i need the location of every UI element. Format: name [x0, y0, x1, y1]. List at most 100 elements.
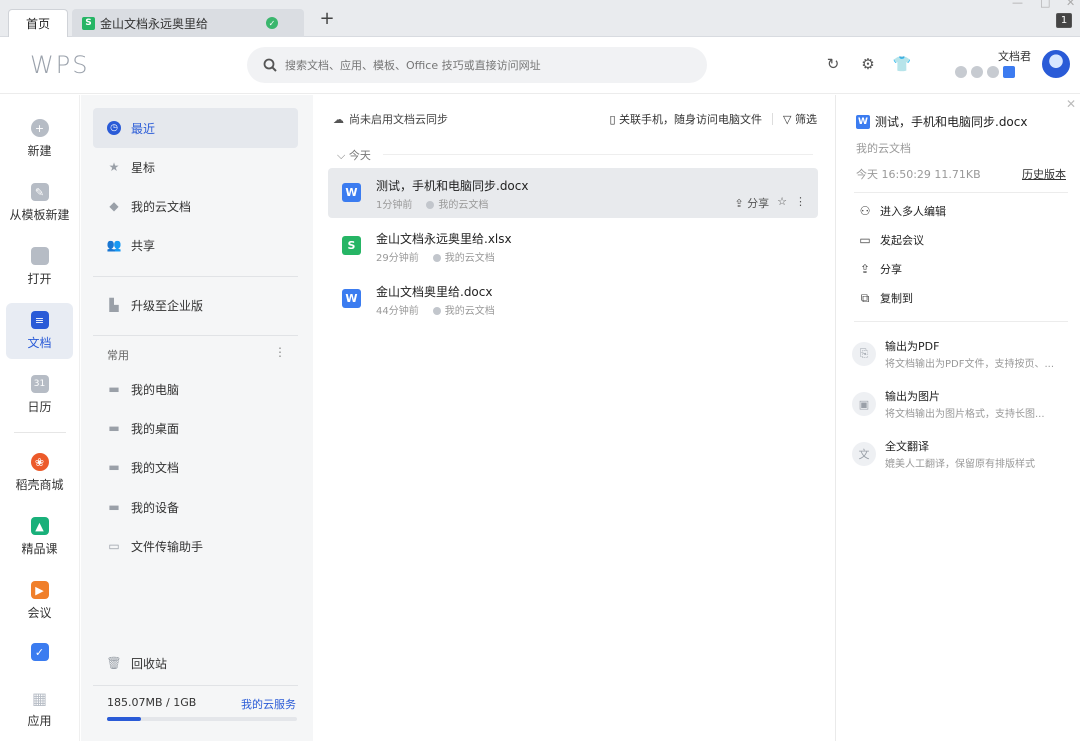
tab-count-badge[interactable]: 1: [1056, 13, 1072, 28]
sidebar-item-my-documents[interactable]: ▬ 我的文档: [93, 447, 298, 487]
nav-todo[interactable]: ✓: [6, 635, 73, 675]
sidebar-item-my-devices[interactable]: ▬ 我的设备: [93, 487, 298, 527]
sidebar-item-label: 升级至企业版: [131, 298, 204, 313]
phone-icon: ▯: [609, 113, 620, 126]
sidebar-item-label: 共享: [131, 238, 156, 253]
detail-filename: 测试，手机和电脑同步.docx: [875, 115, 1028, 129]
tab-document-label: 金山文档永远奥里给: [100, 16, 209, 31]
nav-new-from-template[interactable]: ✎ 从模板新建: [6, 175, 73, 231]
sidebar-item-file-transfer[interactable]: ▭ 文件传输助手: [93, 526, 298, 566]
pdf-icon: ⎘: [852, 342, 876, 366]
trash-icon: 🗑: [106, 656, 122, 670]
tab-document[interactable]: S 金山文档永远奥里给 ✓: [72, 9, 304, 37]
copy-icon: ⧉: [860, 290, 870, 305]
link-phone-button[interactable]: ▯ 关联手机，随身访问电脑文件: [609, 111, 762, 127]
file-row[interactable]: W 金山文档奥里给.docx 44分钟前 我的云文档: [328, 274, 818, 324]
feature-desc: 将文档输出为PDF文件，支持按页、...: [885, 359, 1055, 370]
spreadsheet-icon: S: [342, 236, 361, 255]
maximize-icon[interactable]: □: [1040, 0, 1050, 9]
search-icon: [263, 58, 277, 72]
sidebar-item-my-desktop[interactable]: ▬ 我的桌面: [93, 408, 298, 448]
cloud-doc-icon: [432, 307, 441, 315]
nav-open[interactable]: 打开: [6, 239, 73, 295]
nav-calendar[interactable]: 31 日历: [6, 367, 73, 423]
cloud-sync-notice[interactable]: ☁ 尚未启用文档云同步: [333, 111, 448, 127]
file-name: 测试，手机和电脑同步.docx: [376, 179, 529, 193]
file-location: 我的云文档: [444, 306, 495, 317]
filter-button[interactable]: ▽ 筛选: [783, 111, 817, 127]
calendar-icon: 31: [30, 375, 49, 393]
nav-divider: [14, 432, 66, 433]
folder-icon: [30, 247, 49, 265]
badge-icon: [987, 66, 999, 78]
star-icon[interactable]: ☆: [777, 195, 787, 211]
sidebar-item-my-computer[interactable]: ▬ 我的电脑: [93, 369, 298, 409]
file-detail-panel: ✕ W 测试，手机和电脑同步.docx 我的云文档 今天 16:50:29 11…: [835, 95, 1080, 741]
synced-check-icon: ✓: [266, 17, 278, 29]
detail-location: 我的云文档: [856, 142, 911, 155]
username[interactable]: 文档君: [998, 48, 1031, 64]
gear-icon[interactable]: ⚙: [858, 55, 878, 75]
filter-icon: ▽: [783, 113, 795, 126]
copy-to-button[interactable]: ⧉ 复制到: [858, 290, 913, 306]
file-row[interactable]: S 金山文档永远奥里给.xlsx 29分钟前 我的云文档: [328, 221, 818, 271]
section-today[interactable]: ⌵ 今天: [337, 147, 371, 163]
file-name: 金山文档奥里给.docx: [376, 285, 493, 299]
share-action-button[interactable]: ⇪ 分享: [858, 261, 902, 277]
file-meta: 1分钟前 我的云文档: [376, 196, 488, 211]
sidebar-divider: [93, 335, 298, 336]
word-doc-icon: W: [342, 289, 361, 308]
sidebar-item-upgrade-enterprise[interactable]: ▙ 升级至企业版: [93, 285, 298, 325]
sidebar-item-label: 星标: [131, 160, 156, 175]
nav-new[interactable]: + 新建: [6, 111, 73, 167]
feature-desc: 将文档输出为图片格式，支持长图...: [885, 409, 1045, 420]
member-badges[interactable]: [955, 66, 1015, 78]
file-list-panel: ☁ 尚未启用文档云同步 ▯ 关联手机，随身访问电脑文件 ▽ 筛选 ⌵ 今天 W …: [313, 95, 835, 741]
sidebar-item-label: 最近: [131, 121, 156, 136]
share-icon: ⇪: [859, 262, 871, 276]
export-pdf-item[interactable]: ⎘ 输出为PDF 将文档输出为PDF文件，支持按页、...: [852, 338, 1077, 378]
new-tab-button[interactable]: +: [318, 10, 336, 30]
sidebar-divider: [93, 276, 298, 277]
history-versions-link[interactable]: 历史版本: [1022, 166, 1066, 182]
export-image-item[interactable]: ▣ 输出为图片 将文档输出为图片格式，支持长图...: [852, 388, 1077, 428]
translate-item[interactable]: 文 全文翻译 媲美人工翻译，保留原有排版样式: [852, 438, 1077, 478]
header: WPS ↻ ⚙ 👕 文档君: [0, 38, 1080, 94]
more-options-icon[interactable]: ⋮: [795, 195, 806, 211]
nav-docer-store[interactable]: ❀ 稻壳商城: [6, 445, 73, 501]
sidebar-item-shared[interactable]: 👥 共享: [93, 225, 298, 265]
cloud-icon: ☁: [333, 112, 344, 126]
start-meeting-button[interactable]: ▭ 发起会议: [858, 232, 924, 248]
sidebar-item-trash[interactable]: 🗑 回收站: [93, 643, 298, 683]
tab-bar: 首页 S 金山文档永远奥里给 ✓ + — □ ✕ 1: [0, 0, 1080, 37]
tab-home-label: 首页: [25, 17, 50, 31]
skin-shirt-icon[interactable]: 👕: [892, 55, 912, 75]
nav-meeting[interactable]: ▶ 会议: [6, 573, 73, 629]
refresh-icon[interactable]: ↻: [823, 55, 843, 75]
share-button[interactable]: ⇪ 分享: [734, 195, 769, 211]
file-row[interactable]: W 测试，手机和电脑同步.docx 1分钟前 我的云文档 ⇪ 分享 ☆ ⋮: [328, 168, 818, 218]
close-icon[interactable]: ✕: [1066, 97, 1076, 111]
more-options-icon[interactable]: ⋮: [274, 345, 286, 359]
search-input[interactable]: [285, 58, 685, 72]
sidebar-group-label: 常用: [107, 349, 129, 362]
file-location: 我的云文档: [438, 200, 489, 211]
sidebar-item-cloud-docs[interactable]: ◆ 我的云文档: [93, 186, 298, 226]
search-bar[interactable]: [247, 47, 707, 83]
close-window-icon[interactable]: ✕: [1066, 0, 1075, 9]
tab-home[interactable]: 首页: [8, 9, 68, 37]
section-divider: [383, 154, 813, 155]
storage-usage: 185.07MB / 1GB: [107, 696, 197, 709]
sidebar-item-starred[interactable]: ★ 星标: [93, 147, 298, 187]
minimize-icon[interactable]: —: [1012, 0, 1023, 9]
cloud-service-link[interactable]: 我的云服务: [241, 696, 296, 712]
feature-desc: 媲美人工翻译，保留原有排版样式: [885, 459, 1035, 470]
sidebar-item-recent[interactable]: ◷ 最近: [93, 108, 298, 148]
nav-courses[interactable]: ▲ 精品课: [6, 509, 73, 565]
nav-documents[interactable]: ≡ 文档: [6, 303, 73, 359]
avatar[interactable]: [1040, 48, 1072, 80]
sidebar-item-label: 我的云文档: [131, 199, 192, 214]
nav-apps[interactable]: ▦ 应用: [6, 681, 73, 737]
action-label: 复制到: [880, 292, 913, 305]
multi-edit-button[interactable]: ⚇ 进入多人编辑: [858, 203, 946, 219]
